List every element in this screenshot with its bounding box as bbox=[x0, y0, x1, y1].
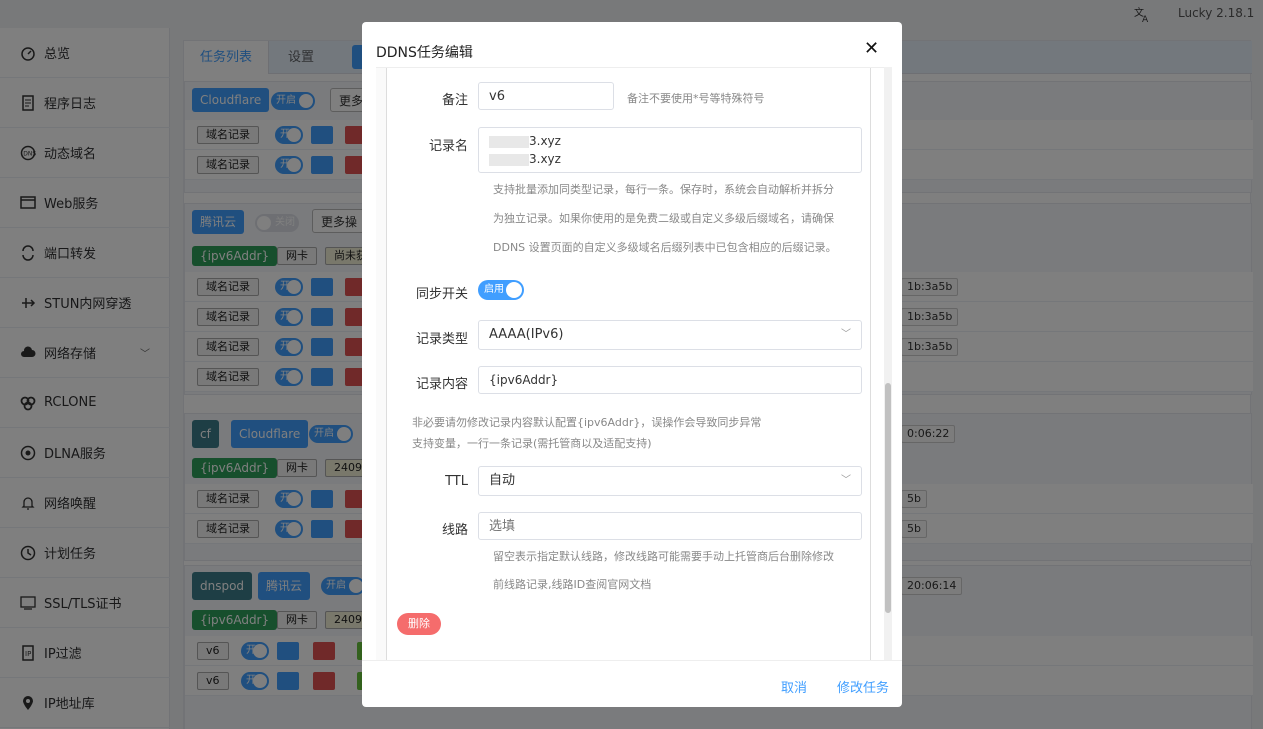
record-form: 备注 备注不要使用*号等特殊符号 记录名 3.xyz 3.xyz 支持批量添加同… bbox=[376, 68, 878, 660]
submit-button[interactable]: 修改任务 bbox=[837, 677, 889, 696]
record-name-line: 3.xyz bbox=[529, 134, 561, 148]
dialog-scrollbar[interactable] bbox=[884, 67, 892, 660]
redacted-text bbox=[489, 135, 529, 148]
ttl-value: 自动 bbox=[489, 473, 516, 488]
close-icon[interactable]: ✕ bbox=[864, 40, 882, 58]
record-name-textarea[interactable]: 3.xyz 3.xyz bbox=[478, 127, 862, 173]
form-left-border bbox=[376, 68, 387, 660]
ddns-edit-dialog: DDNS任务编辑 ✕ 备注 备注不要使用*号等特殊符号 记录名 3.xyz 3.… bbox=[362, 22, 902, 707]
ttl-select[interactable]: 自动 ﹀ bbox=[478, 466, 862, 496]
line-hint: 前线路记录,线路ID查阅官网文档 bbox=[493, 578, 652, 591]
cancel-button[interactable]: 取消 bbox=[781, 677, 807, 696]
delete-record-button[interactable]: 删除 bbox=[397, 613, 441, 635]
content-hint: 支持变量，一行一条记录(需托管商以及适配支持) bbox=[412, 437, 652, 450]
sync-switch[interactable]: 启用 bbox=[478, 280, 524, 300]
line-input[interactable] bbox=[478, 512, 862, 540]
record-name-hint: 为独立记录。如果你使用的是免费二级或自定义多级后缀域名，请确保 bbox=[493, 212, 834, 225]
content-hint: 非必要请勿修改记录内容默认配置{ipv6Addr}，误操作会导致同步异常 bbox=[412, 416, 762, 429]
dialog-footer: 取消 修改任务 bbox=[362, 660, 902, 707]
remark-label: 备注 bbox=[441, 93, 468, 108]
redacted-text bbox=[489, 153, 529, 166]
remark-input[interactable] bbox=[478, 82, 614, 110]
line-label: 线路 bbox=[441, 523, 468, 538]
record-content-textarea[interactable]: {ipv6Addr} bbox=[478, 366, 862, 394]
record-type-value: AAAA(IPv6) bbox=[489, 327, 564, 342]
dialog-title: DDNS任务编辑 bbox=[376, 45, 473, 61]
record-name-line: 3.xyz bbox=[529, 152, 561, 166]
sync-label: 同步开关 bbox=[415, 287, 468, 302]
record-type-label: 记录类型 bbox=[415, 332, 468, 347]
chevron-down-icon: ﹀ bbox=[841, 475, 851, 486]
record-content-value: {ipv6Addr} bbox=[489, 373, 559, 387]
ttl-label: TTL bbox=[445, 474, 468, 489]
remark-hint: 备注不要使用*号等特殊符号 bbox=[627, 92, 765, 105]
line-hint: 留空表示指定默认线路，修改线路可能需要手动上托管商后台删除修改 bbox=[493, 550, 834, 563]
record-name-label: 记录名 bbox=[428, 139, 468, 154]
dialog-body: 备注 备注不要使用*号等特殊符号 记录名 3.xyz 3.xyz 支持批量添加同… bbox=[376, 67, 886, 660]
record-name-hint: DDNS 设置页面的自定义多级域名后缀列表中已包含相应的后缀记录。 bbox=[493, 241, 837, 254]
record-name-hint: 支持批量添加同类型记录，每行一条。保存时，系统会自动解析并拆分 bbox=[493, 183, 834, 196]
record-content-label: 记录内容 bbox=[415, 377, 468, 392]
form-right-border bbox=[870, 68, 871, 660]
scrollbar-thumb[interactable] bbox=[885, 383, 891, 613]
chevron-down-icon: ﹀ bbox=[841, 329, 851, 340]
record-type-select[interactable]: AAAA(IPv6) ﹀ bbox=[478, 320, 862, 350]
